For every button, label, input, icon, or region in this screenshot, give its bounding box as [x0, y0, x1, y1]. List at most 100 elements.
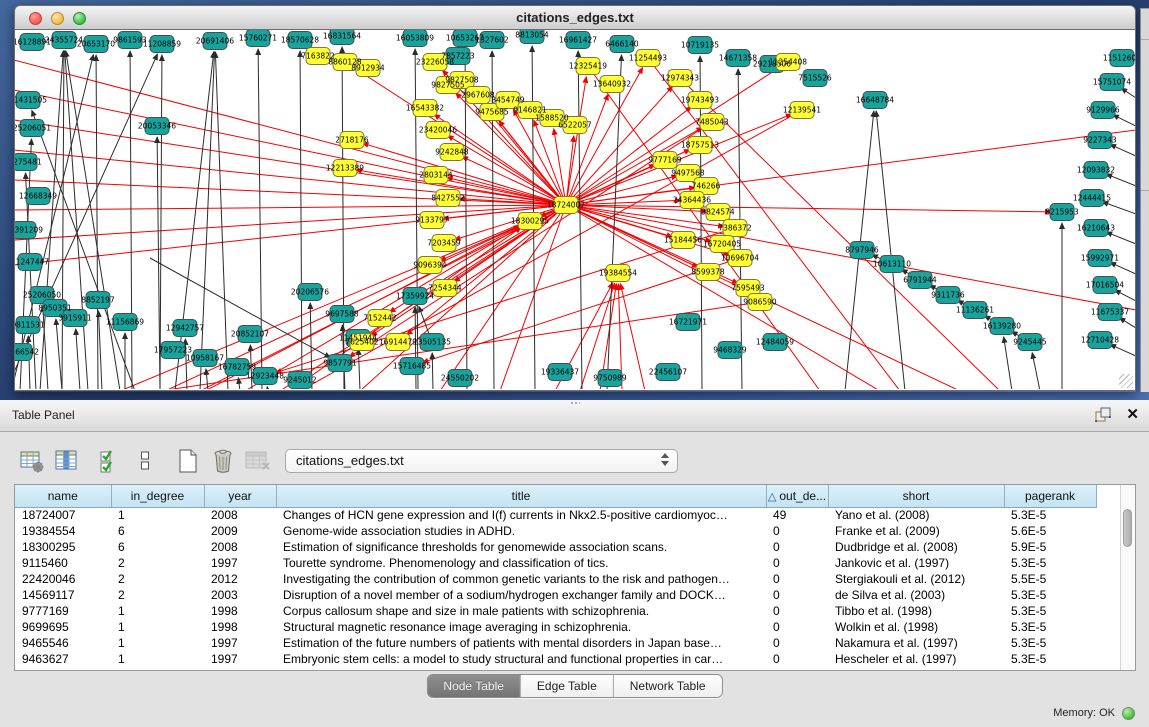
graph-edge[interactable]	[56, 319, 62, 389]
new-table-icon[interactable]	[174, 447, 202, 475]
graph-edge[interactable]	[415, 307, 416, 389]
table-cell-in_degree: 2	[111, 587, 204, 603]
network-window-titlebar[interactable]: citations_edges.txt	[14, 5, 1136, 30]
tab-edge-table[interactable]: Edge Table	[521, 675, 614, 697]
graph-edge[interactable]	[1110, 344, 1135, 356]
table-cell-title: Estimation of the future numbers of pati…	[276, 635, 766, 651]
table-row[interactable]: 1938455462009Genome-wide association stu…	[15, 523, 1121, 539]
table-row[interactable]: 977716911998Corpus callosum shape and si…	[15, 603, 1121, 619]
graph-edge[interactable]	[1113, 115, 1135, 126]
table-row[interactable]: 946554611997Estimation of the future num…	[15, 635, 1121, 651]
table-row[interactable]: 2242004622012Investigating the contribut…	[15, 571, 1121, 587]
column-header-short[interactable]: short	[828, 485, 1004, 507]
graph-node-label: 7386372	[718, 224, 752, 233]
network-graph-canvas[interactable]: 1872400716128891243557242065317098615931…	[14, 30, 1136, 391]
graph-edge[interactable]	[1110, 262, 1135, 274]
tab-node-table[interactable]: Node Table	[427, 675, 521, 697]
table-cell-out_degree: 0	[766, 523, 828, 539]
column-header-title[interactable]: title	[276, 485, 766, 507]
graph-node-label: 16720405	[703, 240, 741, 249]
table-row[interactable]: 1872400712008Changes of HCN gene express…	[15, 507, 1121, 523]
table-cell-name: 18300295	[15, 539, 111, 555]
graph-node-label: 16782759	[218, 363, 256, 372]
table-row[interactable]: 1456911722003Disruption of a novel membe…	[15, 587, 1121, 603]
graph-edge[interactable]	[300, 51, 302, 389]
graph-edge[interactable]	[130, 51, 132, 389]
graph-edge[interactable]	[15, 205, 566, 210]
column-header-year[interactable]: year	[204, 485, 276, 507]
graph-edge[interactable]	[267, 387, 268, 389]
row-select-icon[interactable]	[96, 447, 124, 475]
column-pair-icon[interactable]	[131, 447, 159, 475]
table-row[interactable]: 911546021997Tourette syndrome. Phenomeno…	[15, 555, 1121, 571]
table-cell-pagerank: 5.3E-5	[1004, 603, 1096, 619]
graph-edge[interactable]	[1119, 318, 1135, 328]
graph-edge[interactable]	[578, 51, 582, 389]
graph-edge[interactable]	[160, 55, 162, 389]
column-header-out_degree[interactable]: △out_de...	[766, 485, 828, 507]
graph-edge[interactable]	[76, 329, 80, 389]
graph-edge[interactable]	[66, 51, 120, 389]
graph-node-label: 12668349	[19, 192, 57, 201]
graph-edge[interactable]	[175, 52, 214, 389]
graph-node-label: 7515526	[798, 74, 832, 83]
graph-edge[interactable]	[566, 205, 1135, 310]
graph-node-label: 16139280	[983, 322, 1021, 331]
window-resize-grip[interactable]	[1119, 374, 1133, 388]
graph-edge[interactable]	[566, 130, 1135, 205]
table-row[interactable]: 1830029562008Estimation of significance …	[15, 539, 1121, 555]
graph-edge[interactable]	[200, 52, 215, 389]
table-cell-in_degree: 1	[111, 507, 204, 523]
table-cell-short: Dudbridge et al. (2008)	[828, 539, 1004, 555]
graph-node-label: 16543382	[406, 104, 444, 113]
graph-node-label: 11136261	[956, 306, 994, 315]
graph-node-label: 19336437	[541, 368, 579, 377]
graph-edge[interactable]	[607, 55, 622, 389]
row-filler	[1096, 635, 1121, 651]
table-cell-title: Disruption of a novel member of a sodium…	[276, 587, 766, 603]
graph-edge[interactable]	[96, 55, 98, 389]
close-panel-icon[interactable]: ✕	[1126, 406, 1139, 424]
graph-node-label: 3915911	[58, 314, 92, 323]
delete-table-icon[interactable]	[209, 447, 237, 475]
graph-edge[interactable]	[98, 311, 102, 389]
graph-edge[interactable]	[1110, 144, 1135, 156]
graph-edge[interactable]	[15, 150, 566, 205]
graph-edge[interactable]	[1004, 337, 1012, 389]
table-selector-dropdown[interactable]: citations_edges.txt	[285, 449, 678, 473]
graph-edge[interactable]	[215, 52, 228, 389]
table-panel-header: Table Panel ✕	[0, 400, 1149, 432]
table-vertical-scrollbar[interactable]	[1120, 485, 1135, 670]
graph-edge[interactable]	[62, 51, 64, 389]
table-row[interactable]: 969969511998Structural magnetic resonanc…	[15, 619, 1121, 635]
graph-edge[interactable]	[358, 349, 360, 389]
graph-node-label: 16721971	[669, 318, 707, 327]
graph-edge[interactable]	[1115, 290, 1135, 301]
table-settings-icon[interactable]	[18, 447, 46, 475]
float-window-icon[interactable]	[1094, 406, 1112, 424]
graph-node-label: 7485043	[695, 118, 729, 127]
graph-edge[interactable]	[1102, 202, 1135, 214]
graph-node-label: 9861593	[113, 36, 147, 45]
graph-edge[interactable]	[275, 228, 735, 373]
column-select-icon[interactable]	[53, 447, 81, 475]
graph-edge[interactable]	[245, 227, 521, 389]
column-header-name[interactable]: name	[15, 485, 111, 507]
graph-edge[interactable]	[432, 353, 433, 389]
splitter-handle-icon[interactable]	[570, 401, 580, 406]
delete-column-icon-disabled	[244, 447, 272, 475]
graph-edge[interactable]	[1106, 174, 1135, 186]
table-cell-in_degree: 2	[111, 571, 204, 587]
column-header-in_degree[interactable]: in_degree	[111, 485, 204, 507]
tab-network-table[interactable]: Network Table	[614, 675, 722, 697]
graph-edge[interactable]	[876, 111, 905, 389]
graph-edge[interactable]	[1121, 88, 1135, 98]
column-header-pagerank[interactable]: pagerank	[1004, 485, 1096, 507]
graph-edge[interactable]	[32, 110, 135, 389]
scrollbar-thumb[interactable]	[1123, 509, 1132, 547]
graph-node-label: 9777169	[648, 156, 682, 165]
graph-edge[interactable]	[1032, 353, 1040, 389]
graph-edge[interactable]	[1106, 232, 1135, 244]
table-row[interactable]: 946362711997Embryonic stem cells: a mode…	[15, 651, 1121, 667]
graph-node-label: 16914479	[379, 338, 417, 347]
